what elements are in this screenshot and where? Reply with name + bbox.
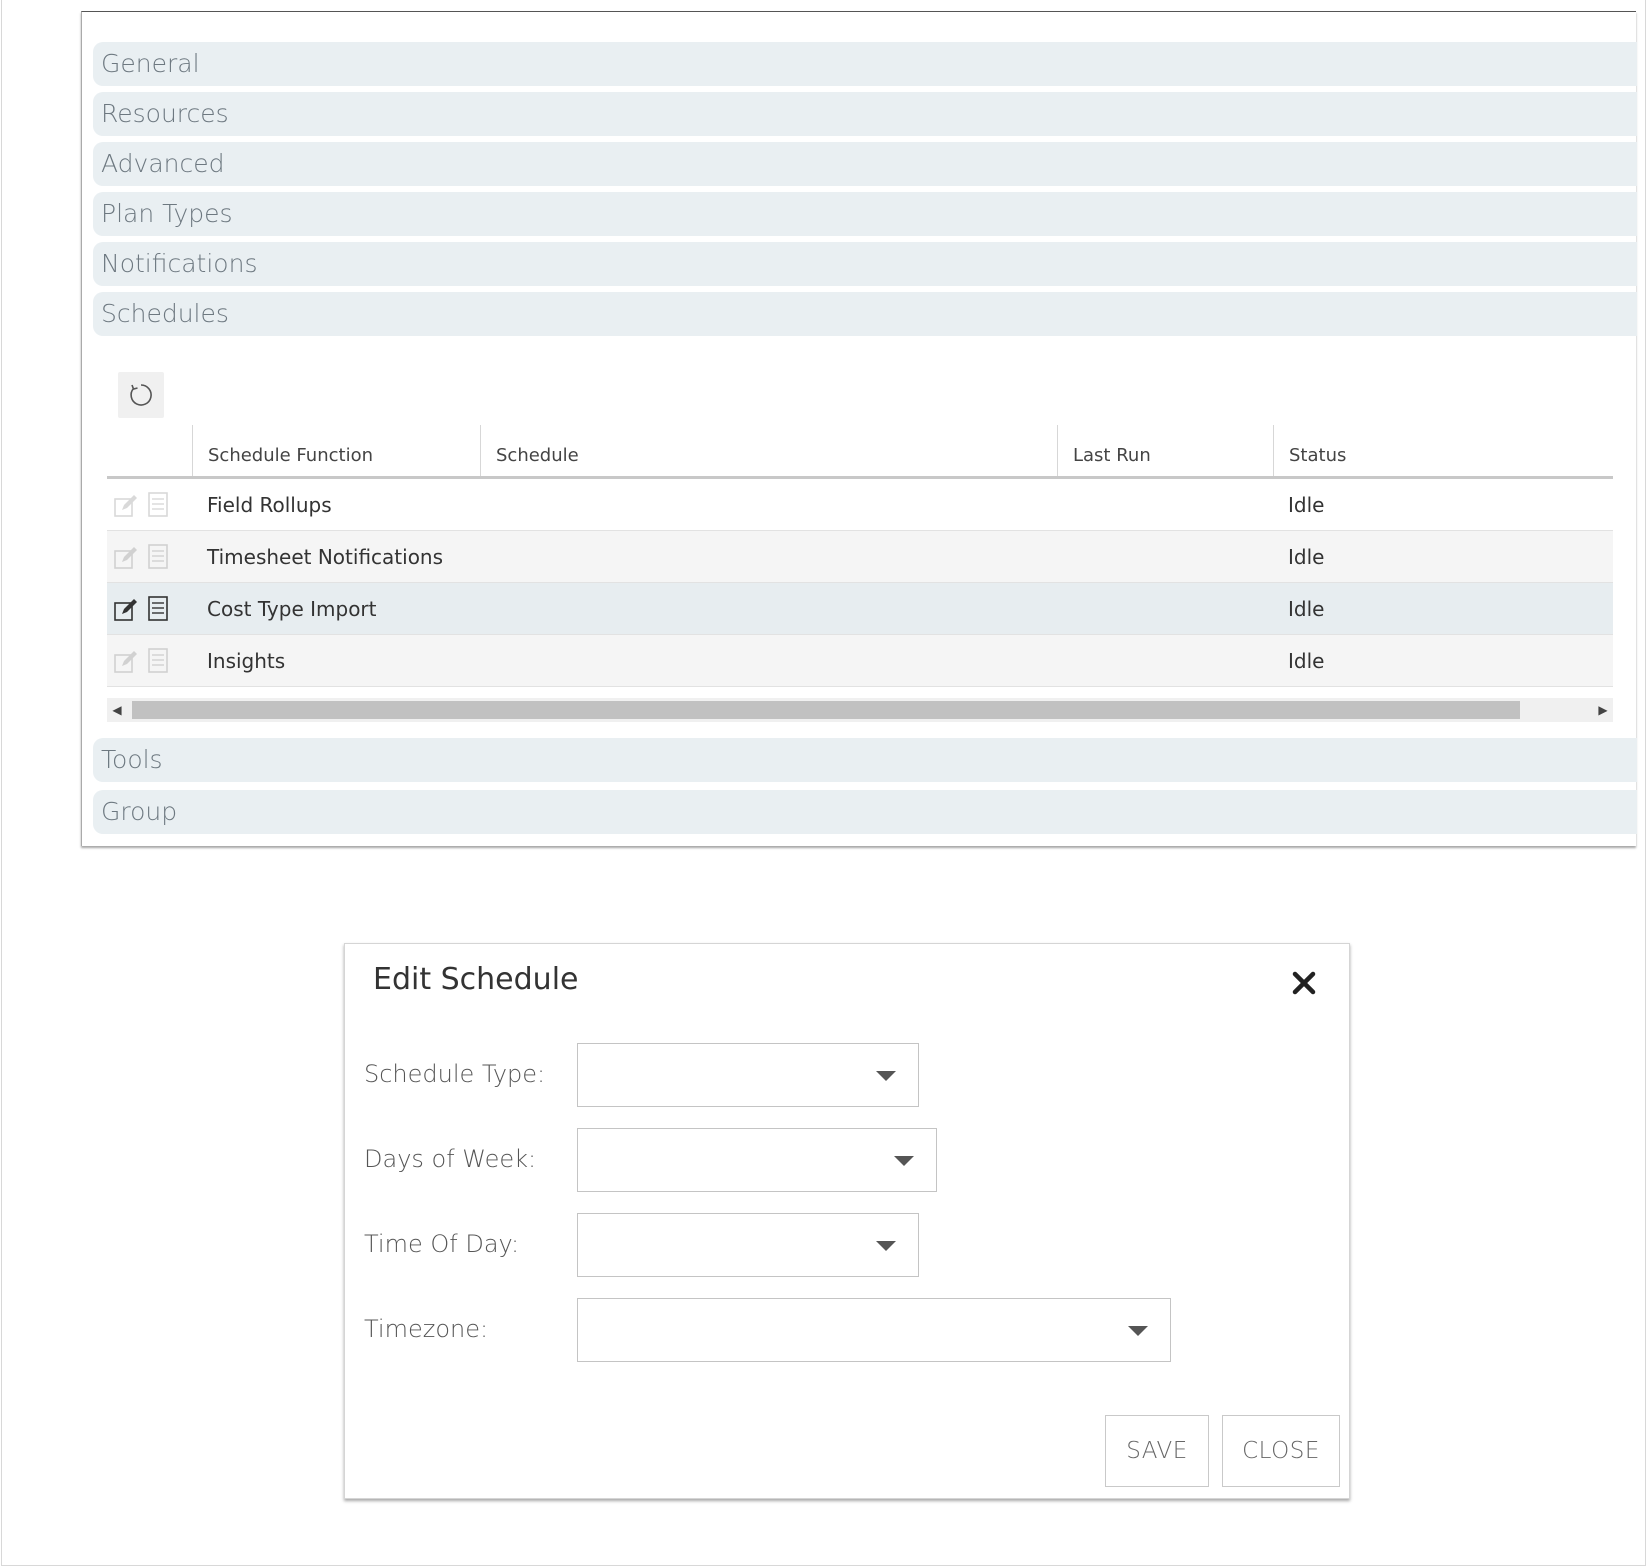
close-button[interactable]: CLOSE	[1222, 1415, 1340, 1487]
edit-icon[interactable]	[112, 647, 140, 675]
col-status[interactable]: Status	[1273, 425, 1613, 476]
row-function: Field Rollups	[207, 493, 332, 517]
row-status: Idle	[1288, 493, 1325, 517]
scroll-left-icon[interactable]: ◀	[107, 698, 127, 722]
schedule-type-label: Schedule Type:	[364, 1060, 546, 1088]
days-of-week-select[interactable]	[577, 1128, 937, 1192]
row-function: Cost Type Import	[207, 597, 377, 621]
scrollbar-thumb[interactable]	[132, 701, 1520, 719]
section-schedules[interactable]: Schedules	[93, 292, 1637, 336]
row-function: Insights	[207, 649, 286, 673]
row-status: Idle	[1288, 649, 1325, 673]
table-row[interactable]: Cost Type Import Idle	[107, 583, 1613, 635]
edit-icon[interactable]	[112, 543, 140, 571]
schedule-type-select[interactable]	[577, 1043, 919, 1107]
horizontal-scrollbar[interactable]: ◀ ▶	[107, 698, 1613, 722]
section-tools[interactable]: Tools	[93, 738, 1637, 782]
section-general[interactable]: General	[93, 42, 1637, 86]
refresh-icon	[130, 384, 152, 406]
col-schedule[interactable]: Schedule	[480, 425, 1057, 476]
section-notifications[interactable]: Notifications	[93, 242, 1637, 286]
schedules-grid: Schedule Function Schedule Last Run Stat…	[107, 425, 1613, 687]
details-icon[interactable]	[144, 647, 172, 675]
settings-panel: General Resources Advanced Plan Types No…	[81, 11, 1637, 846]
dialog-title: Edit Schedule	[373, 962, 579, 997]
row-function: Timesheet Notifications	[207, 545, 444, 569]
row-status: Idle	[1288, 597, 1325, 621]
days-of-week-label: Days of Week:	[364, 1145, 537, 1173]
section-group[interactable]: Group	[93, 790, 1637, 834]
section-plan-types[interactable]: Plan Types	[93, 192, 1637, 236]
edit-icon[interactable]	[112, 595, 140, 623]
table-row[interactable]: Timesheet Notifications Idle	[107, 531, 1613, 583]
details-icon[interactable]	[144, 595, 172, 623]
chevron-down-icon	[1128, 1326, 1148, 1336]
save-button[interactable]: SAVE	[1105, 1415, 1209, 1487]
section-resources[interactable]: Resources	[93, 92, 1637, 136]
refresh-button[interactable]	[118, 372, 164, 418]
col-last-run[interactable]: Last Run	[1057, 425, 1273, 476]
chevron-down-icon	[876, 1071, 896, 1081]
close-icon[interactable]	[1289, 968, 1319, 998]
timezone-label: Timezone:	[364, 1315, 489, 1343]
table-row[interactable]: Field Rollups Idle	[107, 479, 1613, 531]
edit-schedule-dialog: Edit Schedule Schedule Type: Days of Wee…	[344, 943, 1350, 1499]
col-schedule-function[interactable]: Schedule Function	[192, 425, 480, 476]
chevron-down-icon	[894, 1156, 914, 1166]
edit-icon[interactable]	[112, 491, 140, 519]
time-of-day-select[interactable]	[577, 1213, 919, 1277]
row-status: Idle	[1288, 545, 1325, 569]
scroll-right-icon[interactable]: ▶	[1593, 698, 1613, 722]
section-advanced[interactable]: Advanced	[93, 142, 1637, 186]
table-row[interactable]: Insights Idle	[107, 635, 1613, 687]
time-of-day-label: Time Of Day:	[364, 1230, 520, 1258]
timezone-select[interactable]	[577, 1298, 1171, 1362]
details-icon[interactable]	[144, 543, 172, 571]
grid-header: Schedule Function Schedule Last Run Stat…	[107, 425, 1613, 479]
details-icon[interactable]	[144, 491, 172, 519]
chevron-down-icon	[876, 1241, 896, 1251]
